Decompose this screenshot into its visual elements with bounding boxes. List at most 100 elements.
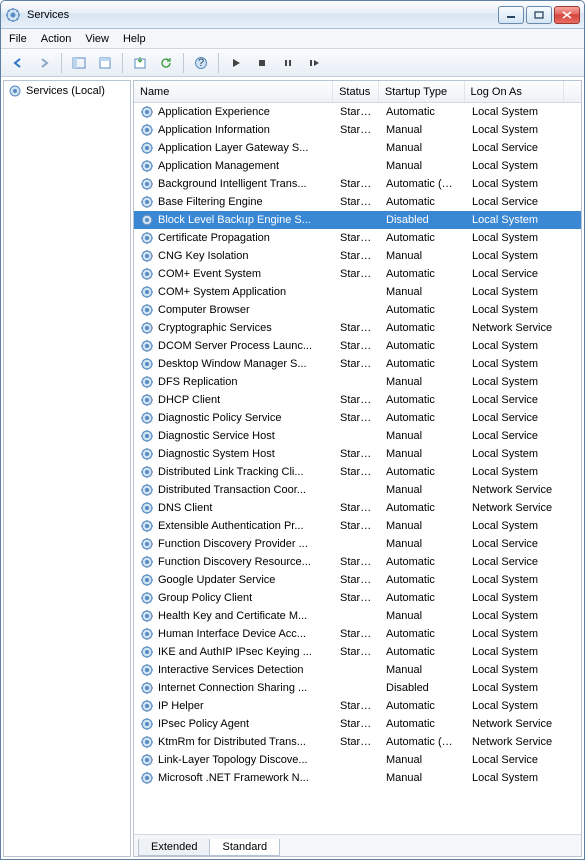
service-row[interactable]: Function Discovery Provider ...ManualLoc… [134, 535, 581, 553]
service-row[interactable]: Interactive Services DetectionManualLoca… [134, 661, 581, 679]
service-startup: Automatic [380, 358, 466, 370]
service-row[interactable]: COM+ System ApplicationManualLocal Syste… [134, 283, 581, 301]
service-logon: Local Service [466, 196, 566, 208]
tree-pane[interactable]: Services (Local) [3, 80, 131, 857]
service-row[interactable]: Block Level Backup Engine S...DisabledLo… [134, 211, 581, 229]
service-logon: Local Service [466, 538, 566, 550]
service-startup: Automatic [380, 466, 466, 478]
service-row[interactable]: Application ExperienceStartedAutomaticLo… [134, 103, 581, 121]
service-startup: Automatic [380, 700, 466, 712]
help-button[interactable]: ? [190, 52, 212, 74]
service-logon: Local Service [466, 430, 566, 442]
service-row[interactable]: Background Intelligent Trans...StartedAu… [134, 175, 581, 193]
service-row[interactable]: DNS ClientStartedAutomaticNetwork Servic… [134, 499, 581, 517]
properties-button[interactable] [94, 52, 116, 74]
service-row[interactable]: IP HelperStartedAutomaticLocal System [134, 697, 581, 715]
pause-service-button[interactable] [277, 52, 299, 74]
service-row[interactable]: Extensible Authentication Pr...StartedMa… [134, 517, 581, 535]
column-header-status[interactable]: Status [333, 81, 379, 102]
gear-icon [140, 573, 154, 587]
service-startup: Automatic [380, 196, 466, 208]
menu-file[interactable]: File [9, 33, 27, 45]
service-row[interactable]: Application InformationStartedManualLoca… [134, 121, 581, 139]
service-row[interactable]: Group Policy ClientStartedAutomaticLocal… [134, 589, 581, 607]
service-logon: Network Service [466, 322, 566, 334]
service-row[interactable]: Certificate PropagationStartedAutomaticL… [134, 229, 581, 247]
service-row[interactable]: Application Layer Gateway S...ManualLoca… [134, 139, 581, 157]
gear-icon [140, 411, 154, 425]
menu-help[interactable]: Help [123, 33, 146, 45]
column-header-logon[interactable]: Log On As [465, 81, 565, 102]
service-name: Health Key and Certificate M... [158, 610, 307, 622]
service-row[interactable]: Distributed Link Tracking Cli...StartedA… [134, 463, 581, 481]
toolbar: ? [1, 49, 584, 77]
service-row[interactable]: Diagnostic System HostStartedManualLocal… [134, 445, 581, 463]
service-logon: Local Service [466, 394, 566, 406]
service-row[interactable]: DFS ReplicationManualLocal System [134, 373, 581, 391]
service-logon: Local System [466, 520, 566, 532]
service-logon: Local System [466, 772, 566, 784]
service-row[interactable]: DCOM Server Process Launc...StartedAutom… [134, 337, 581, 355]
service-row[interactable]: Base Filtering EngineStartedAutomaticLoc… [134, 193, 581, 211]
service-row[interactable]: CNG Key IsolationStartedManualLocal Syst… [134, 247, 581, 265]
service-name: Diagnostic System Host [158, 448, 275, 460]
gear-icon [140, 609, 154, 623]
service-logon: Local Service [466, 142, 566, 154]
back-button[interactable] [7, 52, 29, 74]
service-status: Started [334, 520, 380, 532]
column-headers: Name Status Startup Type Log On As [134, 81, 581, 103]
column-header-startup[interactable]: Startup Type [379, 81, 465, 102]
service-row[interactable]: Internet Connection Sharing ...DisabledL… [134, 679, 581, 697]
close-button[interactable] [554, 6, 580, 24]
start-service-button[interactable] [225, 52, 247, 74]
forward-button[interactable] [33, 52, 55, 74]
service-logon: Local System [466, 124, 566, 136]
service-row[interactable]: Distributed Transaction Coor...ManualNet… [134, 481, 581, 499]
service-row[interactable]: Google Updater ServiceStartedAutomaticLo… [134, 571, 581, 589]
service-logon: Network Service [466, 718, 566, 730]
menu-view[interactable]: View [85, 33, 109, 45]
menu-action[interactable]: Action [41, 33, 72, 45]
service-list[interactable]: Application ExperienceStartedAutomaticLo… [134, 103, 581, 834]
show-hide-tree-button[interactable] [68, 52, 90, 74]
titlebar[interactable]: Services [1, 1, 584, 29]
service-startup: Automatic [380, 646, 466, 658]
service-name: Group Policy Client [158, 592, 252, 604]
export-button[interactable] [129, 52, 151, 74]
service-name: DNS Client [158, 502, 212, 514]
service-row[interactable]: Function Discovery Resource...StartedAut… [134, 553, 581, 571]
service-row[interactable]: IKE and AuthIP IPsec Keying ...StartedAu… [134, 643, 581, 661]
service-row[interactable]: Human Interface Device Acc...StartedAuto… [134, 625, 581, 643]
service-row[interactable]: KtmRm for Distributed Trans...StartedAut… [134, 733, 581, 751]
service-row[interactable]: IPsec Policy AgentStartedAutomaticNetwor… [134, 715, 581, 733]
tree-root-node[interactable]: Services (Local) [4, 81, 130, 101]
service-row[interactable]: Diagnostic Service HostManualLocal Servi… [134, 427, 581, 445]
service-row[interactable]: DHCP ClientStartedAutomaticLocal Service [134, 391, 581, 409]
refresh-button[interactable] [155, 52, 177, 74]
restart-service-button[interactable] [303, 52, 325, 74]
service-row[interactable]: Microsoft .NET Framework N...ManualLocal… [134, 769, 581, 787]
service-row[interactable]: Cryptographic ServicesStartedAutomaticNe… [134, 319, 581, 337]
service-name: Microsoft .NET Framework N... [158, 772, 309, 784]
gear-icon [140, 159, 154, 173]
service-logon: Local System [466, 646, 566, 658]
service-row[interactable]: Desktop Window Manager S...StartedAutoma… [134, 355, 581, 373]
service-row[interactable]: Health Key and Certificate M...ManualLoc… [134, 607, 581, 625]
gear-icon [140, 447, 154, 461]
window-title: Services [27, 9, 498, 21]
service-name: DCOM Server Process Launc... [158, 340, 312, 352]
service-row[interactable]: Link-Layer Topology Discove...ManualLoca… [134, 751, 581, 769]
tab-standard[interactable]: Standard [209, 839, 280, 856]
service-row[interactable]: Computer BrowserAutomaticLocal System [134, 301, 581, 319]
service-row[interactable]: Diagnostic Policy ServiceStartedAutomati… [134, 409, 581, 427]
service-row[interactable]: COM+ Event SystemStartedAutomaticLocal S… [134, 265, 581, 283]
service-startup: Automatic [380, 718, 466, 730]
column-header-name[interactable]: Name [134, 81, 333, 102]
maximize-button[interactable] [526, 6, 552, 24]
service-row[interactable]: Application ManagementManualLocal System [134, 157, 581, 175]
service-logon: Local System [466, 466, 566, 478]
stop-service-button[interactable] [251, 52, 273, 74]
minimize-button[interactable] [498, 6, 524, 24]
tab-extended[interactable]: Extended [138, 839, 210, 856]
gear-icon [140, 321, 154, 335]
